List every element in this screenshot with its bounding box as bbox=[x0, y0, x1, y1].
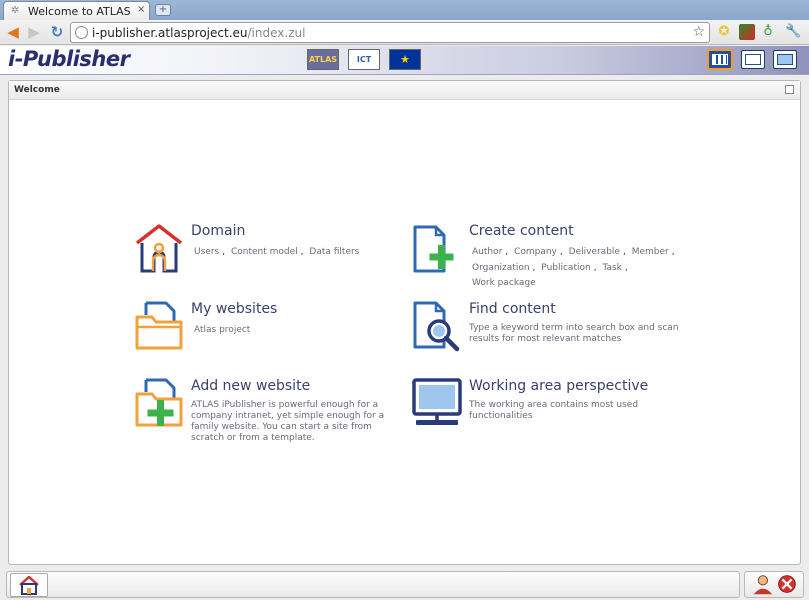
taskbar bbox=[6, 571, 740, 598]
browser-toolbar: ◀ ▶ ↻ i-publisher.atlasproject.eu/index.… bbox=[0, 20, 809, 45]
window-view-button[interactable] bbox=[741, 50, 765, 69]
ict-psp-logo: ICT bbox=[348, 49, 380, 70]
globe-icon bbox=[75, 26, 88, 39]
grid-view-button[interactable] bbox=[708, 50, 732, 69]
browser-tabstrip: ✲ Welcome to ATLAS × + bbox=[0, 0, 809, 20]
link-data-filters[interactable]: Data filters bbox=[309, 245, 359, 261]
user-box bbox=[744, 571, 804, 598]
bottom-bar bbox=[0, 568, 809, 600]
link-users[interactable]: Users bbox=[194, 245, 219, 261]
tile-create-content-links: Author, Company, Deliverable, Member, Or… bbox=[469, 245, 684, 292]
atlas-logo: ATLAS bbox=[307, 49, 339, 70]
link-company[interactable]: Company bbox=[514, 245, 557, 261]
folder-add-icon[interactable] bbox=[134, 378, 184, 430]
tile-add-new-website-description: ATLAS iPublisher is powerful enough for … bbox=[191, 400, 385, 443]
link-member[interactable]: Member bbox=[632, 245, 669, 261]
tile-working-area-description: The working area contains most used func… bbox=[469, 400, 639, 421]
wrench-icon[interactable]: 🔧 bbox=[785, 24, 801, 40]
link-publication[interactable]: Publication bbox=[541, 261, 590, 277]
tile-my-websites-title[interactable]: My websites bbox=[191, 301, 277, 317]
extension-color-icon[interactable] bbox=[739, 24, 755, 40]
document-add-icon[interactable] bbox=[412, 223, 462, 275]
maximize-icon[interactable] bbox=[785, 85, 794, 94]
link-deliverable[interactable]: Deliverable bbox=[569, 245, 620, 261]
eu-flag-logo: ★ bbox=[389, 49, 421, 70]
back-icon[interactable]: ◀ bbox=[4, 23, 22, 41]
user-profile-icon[interactable] bbox=[753, 575, 773, 595]
monitor-icon[interactable] bbox=[412, 378, 462, 430]
extension-puzzle-icon[interactable]: ✪ bbox=[716, 24, 732, 40]
logout-icon[interactable] bbox=[778, 575, 796, 593]
tab-close-icon[interactable]: × bbox=[137, 4, 145, 15]
monitor-view-button[interactable] bbox=[773, 50, 797, 69]
folder-document-icon[interactable] bbox=[134, 301, 184, 353]
new-tab-button[interactable]: + bbox=[155, 4, 171, 16]
window-view-icon bbox=[745, 54, 761, 65]
link-work-package[interactable]: Work package bbox=[472, 276, 536, 292]
house-user-icon[interactable] bbox=[134, 223, 184, 275]
forward-icon[interactable]: ▶ bbox=[25, 23, 43, 41]
link-organization[interactable]: Organization bbox=[472, 261, 530, 277]
panel-header: Welcome bbox=[9, 81, 800, 100]
tile-find-content-description: Type a keyword term into search box and … bbox=[469, 323, 679, 344]
tile-domain-links: Users, Content model, Data filters bbox=[191, 245, 406, 261]
link-atlas-project[interactable]: Atlas project bbox=[194, 323, 250, 339]
user-icons bbox=[753, 575, 796, 595]
link-content-model[interactable]: Content model bbox=[231, 245, 298, 261]
tile-find-content-title[interactable]: Find content bbox=[469, 301, 556, 317]
tile-my-websites-links: Atlas project bbox=[191, 323, 406, 339]
document-search-icon[interactable] bbox=[412, 301, 462, 353]
tile-working-area-title[interactable]: Working area perspective bbox=[469, 378, 648, 394]
app-logo: i-Publisher bbox=[8, 47, 130, 71]
tile-create-content-title[interactable]: Create content bbox=[469, 223, 574, 239]
bookmark-star-icon[interactable]: ☆ bbox=[692, 24, 705, 40]
welcome-panel: Welcome Domain Users, Content model, Dat… bbox=[8, 80, 801, 565]
home-button[interactable] bbox=[10, 573, 48, 597]
monitor-view-icon bbox=[777, 54, 793, 65]
tab-title: Welcome to ATLAS bbox=[28, 5, 131, 18]
grid-view-icon bbox=[712, 54, 728, 65]
panel-title: Welcome bbox=[14, 85, 60, 95]
reload-icon[interactable]: ↻ bbox=[48, 23, 66, 41]
tile-add-new-website-title[interactable]: Add new website bbox=[191, 378, 310, 394]
tile-domain-title[interactable]: Domain bbox=[191, 223, 245, 239]
app-header: i-Publisher ATLAS ICT ★ bbox=[0, 46, 809, 75]
favicon-icon: ✲ bbox=[11, 5, 20, 16]
app-root: ✲ Welcome to ATLAS × + ◀ ▶ ↻ i-publisher… bbox=[0, 0, 809, 600]
browser-tab[interactable]: ✲ Welcome to ATLAS × bbox=[3, 1, 150, 20]
link-task[interactable]: Task bbox=[602, 261, 621, 277]
address-bar[interactable]: i-publisher.atlasproject.eu/index.zul ☆ bbox=[70, 22, 710, 43]
link-author[interactable]: Author bbox=[472, 245, 502, 261]
url-text: i-publisher.atlasproject.eu/index.zul bbox=[92, 26, 306, 40]
extension-green-icon[interactable]: ♁ bbox=[760, 24, 776, 40]
home-icon bbox=[19, 575, 39, 595]
